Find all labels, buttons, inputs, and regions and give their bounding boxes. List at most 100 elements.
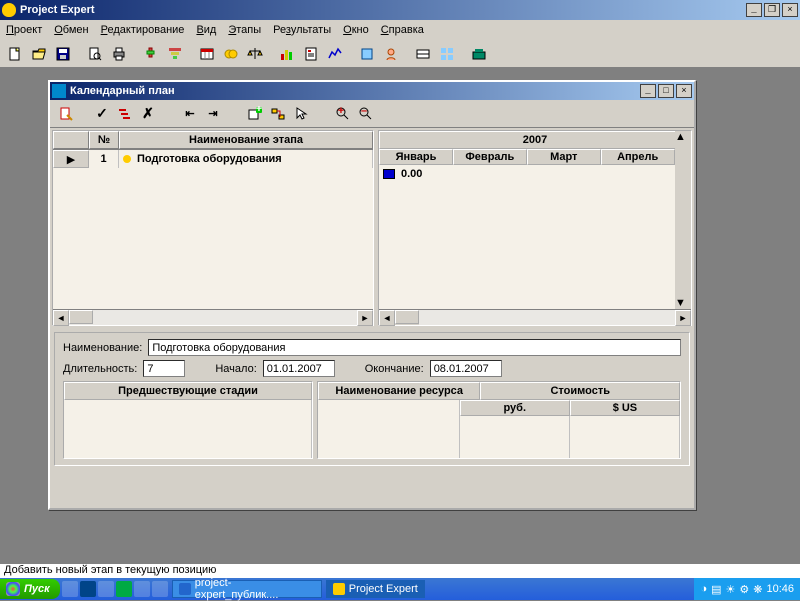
report-icon[interactable] — [300, 43, 322, 65]
tool4-icon[interactable] — [436, 43, 458, 65]
start-field[interactable] — [263, 360, 335, 377]
usd-header: $ US — [570, 400, 680, 416]
month-apr[interactable]: Апрель — [601, 149, 675, 165]
zoom-in-icon[interactable]: + — [333, 104, 353, 124]
svg-text:+: + — [338, 106, 344, 117]
add-stage-icon[interactable]: + — [245, 104, 265, 124]
month-jan[interactable]: Январь — [379, 149, 453, 165]
duration-field[interactable] — [143, 360, 185, 377]
menu-edit[interactable]: Редактирование — [101, 24, 185, 36]
open-icon[interactable] — [28, 43, 50, 65]
cell-number[interactable]: 1 — [89, 150, 119, 168]
delete-icon[interactable]: ✗ — [138, 104, 158, 124]
tray-icon-1[interactable]: ◑ — [700, 583, 707, 595]
barchart-icon[interactable] — [276, 43, 298, 65]
table-row[interactable]: ▶ 1 Подготовка оборудования — [53, 150, 373, 168]
menu-results[interactable]: Результаты — [273, 24, 331, 36]
word-icon — [179, 583, 191, 595]
indent-left-icon[interactable]: ⇤ — [180, 104, 200, 124]
quick-launch-1[interactable] — [62, 581, 78, 597]
gantt-grid[interactable]: 2007 Январь Февраль Март Апрель 0.00 ▲▼ … — [378, 130, 692, 326]
svg-text:+: + — [256, 106, 262, 115]
check-icon[interactable]: ✓ — [92, 104, 112, 124]
calendar-plan-window: Календарный план _ □ × ✓ ✗ ⇤ ⇥ + + – — [48, 80, 696, 510]
currency-icon[interactable] — [220, 43, 242, 65]
tool5-icon[interactable] — [468, 43, 490, 65]
menu-view[interactable]: Вид — [196, 24, 216, 36]
tool2-icon[interactable] — [380, 43, 402, 65]
row-selector-header — [53, 131, 89, 149]
col-number[interactable]: № — [89, 131, 119, 149]
start-button[interactable]: Пуск — [0, 579, 60, 599]
tray-icon-2[interactable]: ▤ — [711, 583, 721, 596]
tray-icon-4[interactable]: ⚙ — [739, 583, 749, 596]
minimize-button[interactable]: _ — [746, 3, 762, 17]
gantt-year: 2007 — [379, 131, 691, 149]
stages-grid[interactable]: № Наименование этапа ▶ 1 Подготовка обор… — [52, 130, 374, 326]
clock[interactable]: 10:46 — [766, 583, 794, 595]
quick-launch-3[interactable] — [98, 581, 114, 597]
quick-launch-2[interactable] — [80, 581, 96, 597]
gantt-bar[interactable] — [383, 169, 395, 179]
calendar-icon[interactable] — [196, 43, 218, 65]
cell-stage-name[interactable]: Подготовка оборудования — [119, 150, 373, 168]
link-icon[interactable] — [268, 104, 288, 124]
balance-icon[interactable] — [244, 43, 266, 65]
cut-icon[interactable] — [140, 43, 162, 65]
current-row-indicator: ▶ — [67, 153, 75, 166]
statusbar: Добавить новый этап в текущую позицию — [0, 564, 800, 578]
quick-launch-6[interactable] — [152, 581, 168, 597]
menubar: Проект Обмен Редактирование Вид Этапы Ре… — [0, 20, 800, 40]
app-titlebar: Project Expert _ ❐ × — [0, 0, 800, 20]
menu-project[interactable]: Проект — [6, 24, 42, 36]
print-icon[interactable] — [108, 43, 130, 65]
zoom-out-icon[interactable]: – — [356, 104, 376, 124]
tray-icon-3[interactable]: ☀ — [726, 583, 736, 596]
rub-header: руб. — [460, 400, 570, 416]
name-field[interactable] — [148, 339, 681, 356]
taskbar-item-word[interactable]: project-expert_публик.... — [172, 580, 322, 598]
quick-launch-4[interactable] — [116, 581, 132, 597]
right-vscroll[interactable]: ▲▼ — [675, 131, 691, 309]
quick-launch-5[interactable] — [134, 581, 150, 597]
gantt-row[interactable]: 0.00 — [379, 165, 691, 183]
system-tray[interactable]: ◑ ▤ ☀ ⚙ ❋ 10:46 — [694, 578, 800, 600]
menu-window[interactable]: Окно — [343, 24, 369, 36]
edit-stage-icon[interactable] — [56, 104, 76, 124]
indent-right-icon[interactable]: ⇥ — [203, 104, 223, 124]
end-field[interactable] — [430, 360, 502, 377]
tray-icon-5[interactable]: ❋ — [753, 583, 762, 596]
pointer-icon[interactable] — [291, 104, 311, 124]
right-hscroll[interactable]: ◄► — [379, 309, 691, 325]
menu-stages[interactable]: Этапы — [228, 24, 261, 36]
col-stage-name[interactable]: Наименование этапа — [119, 131, 373, 149]
linechart-icon[interactable] — [324, 43, 346, 65]
resources-grid[interactable]: Наименование ресурса Стоимость руб. $ US — [317, 381, 681, 459]
tool1-icon[interactable] — [356, 43, 378, 65]
cost-header: Стоимость — [480, 382, 680, 400]
app-icon — [2, 3, 16, 17]
month-mar[interactable]: Март — [527, 149, 601, 165]
filter-icon[interactable] — [164, 43, 186, 65]
windows-logo-icon — [6, 582, 20, 596]
save-icon[interactable] — [52, 43, 74, 65]
gantt-icon[interactable] — [115, 104, 135, 124]
child-minimize-button[interactable]: _ — [640, 84, 656, 98]
taskbar-item-project-expert[interactable]: Project Expert — [326, 580, 425, 598]
name-label: Наименование: — [63, 342, 142, 354]
tool3-icon[interactable] — [412, 43, 434, 65]
left-hscroll[interactable]: ◄► — [53, 309, 373, 325]
new-icon[interactable] — [4, 43, 26, 65]
menu-help[interactable]: Справка — [381, 24, 424, 36]
project-expert-icon — [333, 583, 345, 595]
restore-button[interactable]: ❐ — [764, 3, 780, 17]
month-feb[interactable]: Февраль — [453, 149, 527, 165]
app-title: Project Expert — [20, 4, 744, 16]
child-titlebar[interactable]: Календарный план _ □ × — [50, 82, 694, 100]
menu-exchange[interactable]: Обмен — [54, 24, 88, 36]
prev-stages-grid[interactable]: Предшествующие стадии — [63, 381, 313, 459]
preview-icon[interactable] — [84, 43, 106, 65]
child-maximize-button[interactable]: □ — [658, 84, 674, 98]
child-close-button[interactable]: × — [676, 84, 692, 98]
close-button[interactable]: × — [782, 3, 798, 17]
